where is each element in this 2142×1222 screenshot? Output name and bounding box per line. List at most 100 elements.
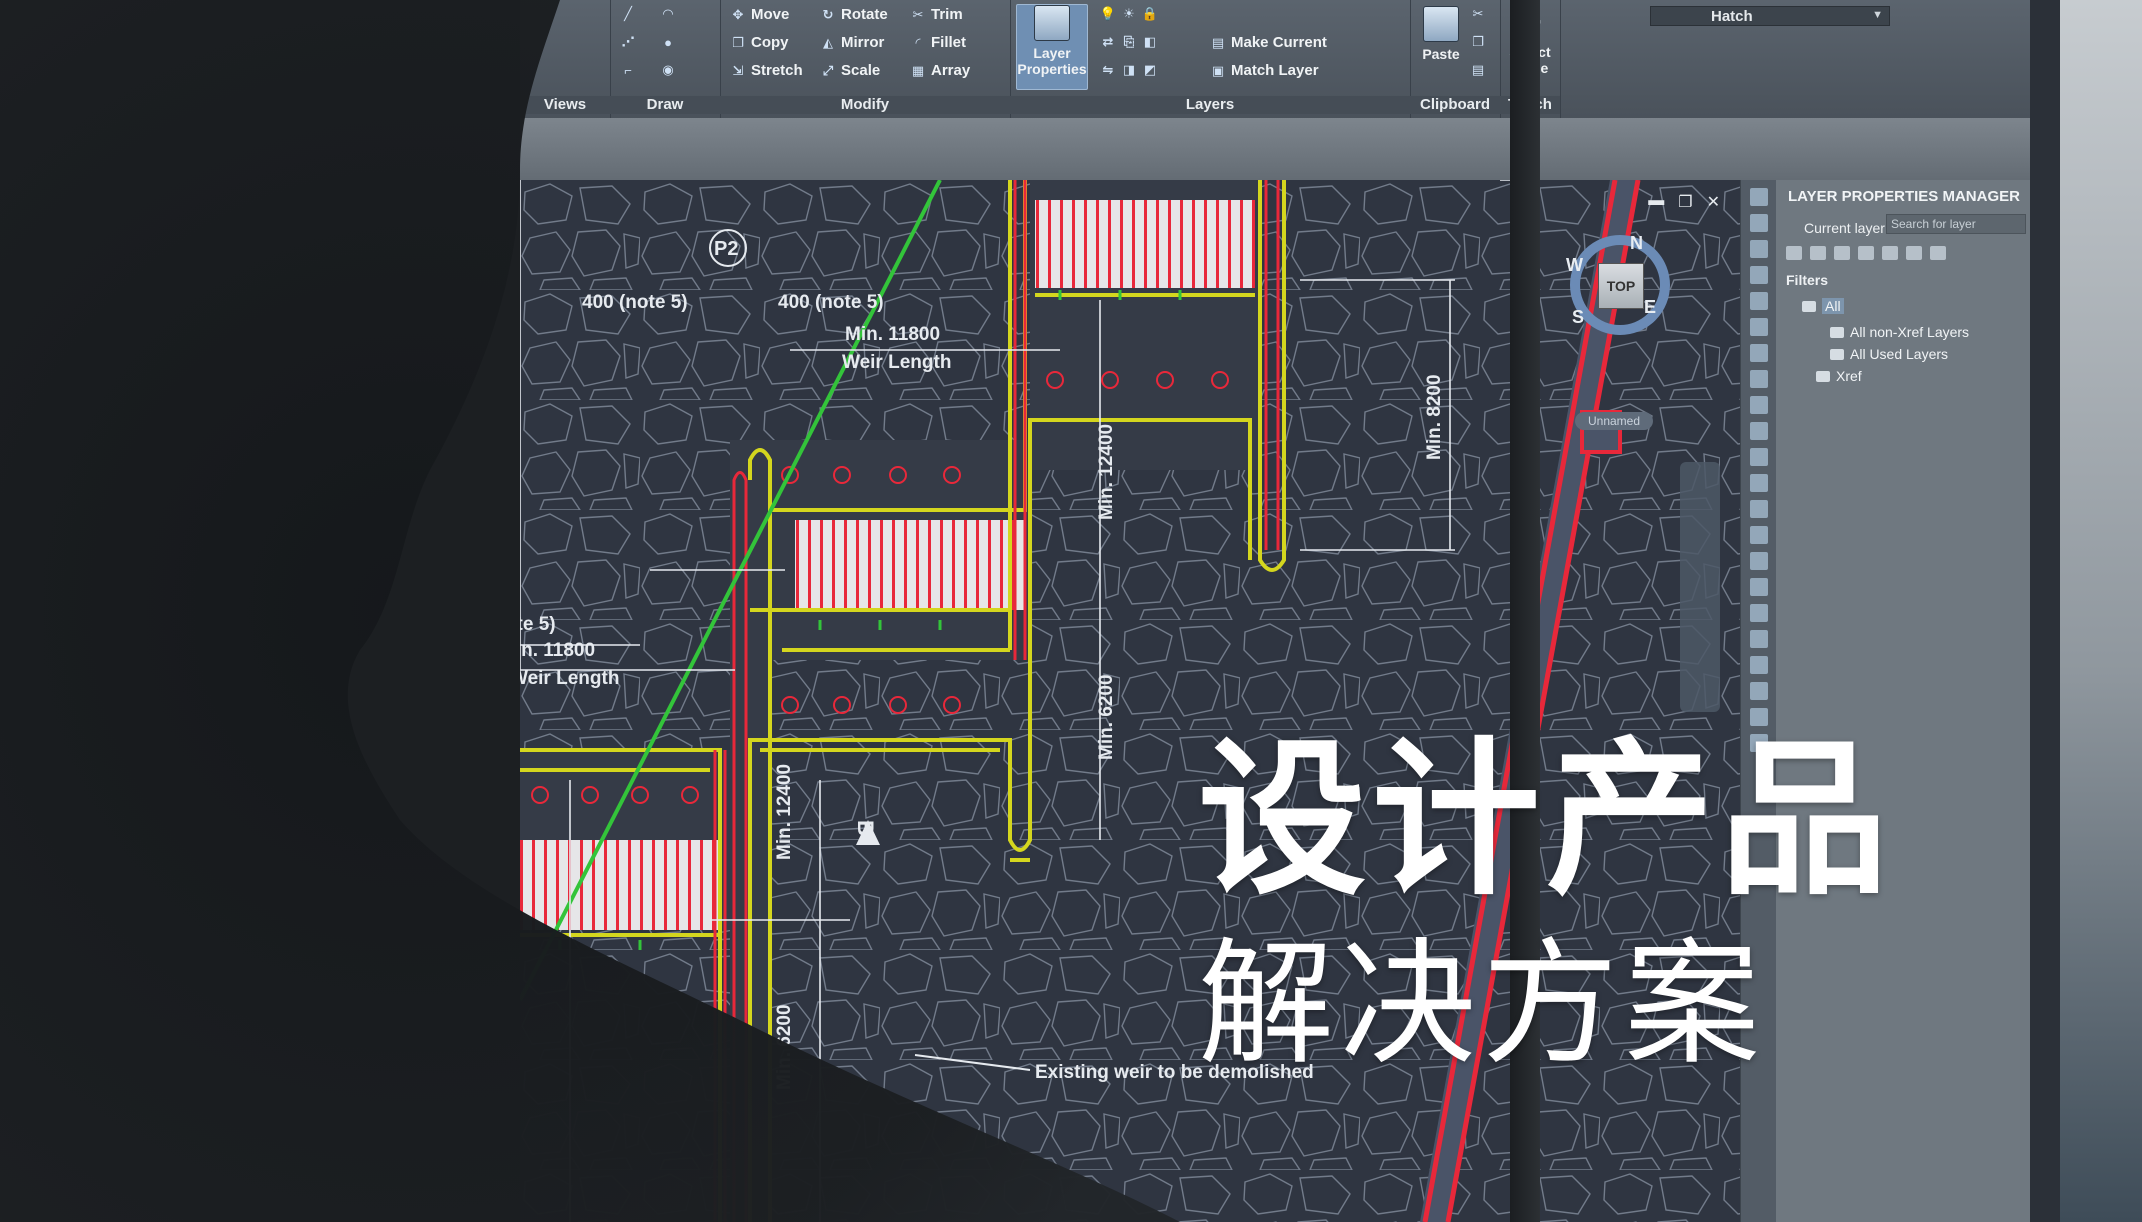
draw-group-title[interactable]: Draw: [610, 96, 720, 114]
copy-clip-icon[interactable]: ❐: [1470, 34, 1486, 50]
tool-icon[interactable]: [1750, 448, 1768, 466]
trim-button[interactable]: ✂ Trim: [910, 6, 963, 23]
tool-icon[interactable]: [1750, 682, 1768, 700]
mirror-button[interactable]: ◭ Mirror: [820, 34, 884, 51]
layer-properties-button[interactable]: Layer Properties: [1016, 4, 1088, 90]
label-section-b: B: [853, 820, 878, 836]
lightbulb-icon[interactable]: 💡 ☀ 🔒: [1100, 6, 1158, 22]
viewcube-top-face[interactable]: TOP: [1598, 263, 1644, 309]
restore-icon[interactable]: ❐: [1678, 192, 1692, 212]
layer-tools-row-2[interactable]: ⇄ ⎘ ◧: [1100, 34, 1158, 50]
tool-icon[interactable]: [1750, 422, 1768, 440]
arc-tool-icon[interactable]: ◠: [660, 6, 676, 22]
filter-xref[interactable]: Xref: [1816, 368, 1862, 384]
ucs-menu[interactable]: Unnamed: [1575, 412, 1653, 430]
filter-icon: [1830, 326, 1844, 338]
stretch-button[interactable]: ⇲ Stretch: [730, 62, 803, 79]
layer-states-icon[interactable]: [1834, 246, 1850, 260]
filter-label: Xref: [1836, 368, 1862, 384]
lpm-toolbar: [1786, 246, 1946, 260]
tool-icon[interactable]: [1750, 500, 1768, 518]
cut-icon[interactable]: ✂: [1470, 6, 1486, 22]
tool-icon[interactable]: [1750, 188, 1768, 206]
move-label: Move: [751, 6, 790, 23]
ellipse-tool-icon[interactable]: ◉: [660, 62, 676, 78]
layer-stack-icon: [1034, 5, 1070, 41]
modify-group-title[interactable]: Modify: [720, 96, 1010, 114]
viewcube[interactable]: TOP N W S E: [1566, 233, 1670, 335]
new-property-filter-icon[interactable]: [1786, 246, 1802, 260]
viewcube-south[interactable]: S: [1572, 307, 1584, 328]
layer-tools-row-3[interactable]: ⇋ ◨ ◩: [1100, 62, 1158, 78]
move-button[interactable]: ✥ Move: [730, 6, 790, 23]
layer-properties-manager: LAYER PROPERTIES MANAGER Current layer S…: [1776, 180, 2030, 1222]
current-layer-label: Current layer: [1804, 220, 1885, 236]
tool-icon[interactable]: [1750, 396, 1768, 414]
move-icon: ✥: [732, 6, 744, 22]
delete-layer-icon[interactable]: [1882, 246, 1898, 260]
line-tool-icon[interactable]: ╱: [620, 6, 636, 22]
tool-icon[interactable]: [1750, 578, 1768, 596]
match-properties-icon[interactable]: ▤: [1470, 62, 1486, 78]
fillet-label: Fillet: [931, 34, 967, 51]
rotate-button[interactable]: ↻ Rotate: [820, 6, 888, 23]
copy-icon: ❐: [732, 34, 744, 50]
layers-group-title[interactable]: Layers: [1010, 96, 1410, 114]
filter-all-used[interactable]: All Used Layers: [1830, 346, 1948, 362]
tool-icon[interactable]: [1750, 266, 1768, 284]
tool-icon[interactable]: [1750, 292, 1768, 310]
filter-icon: [1830, 348, 1844, 360]
new-layer-icon[interactable]: [1858, 246, 1874, 260]
array-button[interactable]: ▦ Array: [910, 62, 970, 79]
close-icon[interactable]: ✕: [1707, 192, 1720, 212]
circle-tool-icon[interactable]: ●: [660, 34, 676, 50]
tool-icon[interactable]: [1750, 630, 1768, 648]
tool-icon[interactable]: [1750, 240, 1768, 258]
polyline-tool-icon[interactable]: ⋰: [620, 34, 636, 50]
viewcube-north[interactable]: N: [1630, 233, 1643, 254]
tool-icon[interactable]: [1750, 214, 1768, 232]
array-label: Array: [931, 62, 971, 79]
tool-icon[interactable]: [1750, 370, 1768, 388]
label-min-6200-a: Min. 6200: [1096, 674, 1117, 760]
weir-upper: [1035, 200, 1255, 288]
minimize-icon[interactable]: ▬: [1648, 192, 1664, 212]
spline-tool-icon[interactable]: ⌐: [620, 62, 636, 78]
tool-icon[interactable]: [1750, 474, 1768, 492]
filter-all[interactable]: All: [1802, 298, 1844, 314]
filter-all-non-xref[interactable]: All non-Xref Layers: [1830, 324, 1969, 340]
tool-icon[interactable]: [1750, 604, 1768, 622]
paste-button[interactable]: Paste: [1416, 6, 1466, 62]
viewcube-east[interactable]: E: [1644, 297, 1656, 318]
new-group-filter-icon[interactable]: [1810, 246, 1826, 260]
tool-icon[interactable]: [1750, 656, 1768, 674]
rotate-label: Rotate: [841, 6, 888, 23]
scale-button[interactable]: ⤢ Scale: [820, 62, 880, 79]
navigation-bar[interactable]: [1680, 462, 1720, 712]
tool-icon[interactable]: [1750, 318, 1768, 336]
tool-icon[interactable]: [1750, 552, 1768, 570]
copy-label: Copy: [751, 34, 789, 51]
filter-label: All Used Layers: [1850, 346, 1949, 362]
folder-icon: [1816, 370, 1830, 382]
fillet-button[interactable]: ◜ Fillet: [910, 34, 966, 51]
make-current-button[interactable]: ▤ Make Current: [1210, 34, 1327, 51]
label-note5-b: 400 (note 5): [778, 292, 884, 313]
refresh-icon[interactable]: [1930, 246, 1946, 260]
tool-icon[interactable]: [1750, 344, 1768, 362]
filter-label: All non-Xref Layers: [1850, 324, 1970, 340]
set-current-icon[interactable]: [1906, 246, 1922, 260]
label-min-6200-b: Min. 6200: [774, 1004, 795, 1090]
views-group-title[interactable]: Views: [520, 96, 610, 114]
match-layer-label: Match Layer: [1231, 62, 1319, 79]
clipboard-group-title[interactable]: Clipboard: [1410, 96, 1500, 114]
match-layer-button[interactable]: ▣ Match Layer: [1210, 62, 1319, 79]
ribbon-group-layers: Layer Properties 💡 ☀ 🔒 Hatch ▼ ⇄ ⎘ ◧ ▤ Make C…: [1010, 0, 1890, 118]
viewcube-west[interactable]: W: [1566, 255, 1583, 276]
tool-icon[interactable]: [1750, 526, 1768, 544]
layer-search-input[interactable]: Search for layer: [1886, 214, 2026, 234]
ribbon-group-views: Views: [520, 0, 611, 118]
layer-dropdown[interactable]: Hatch ▼: [1650, 6, 1890, 26]
copy-button[interactable]: ❐ Copy: [730, 34, 789, 51]
weir-left: [520, 840, 720, 930]
